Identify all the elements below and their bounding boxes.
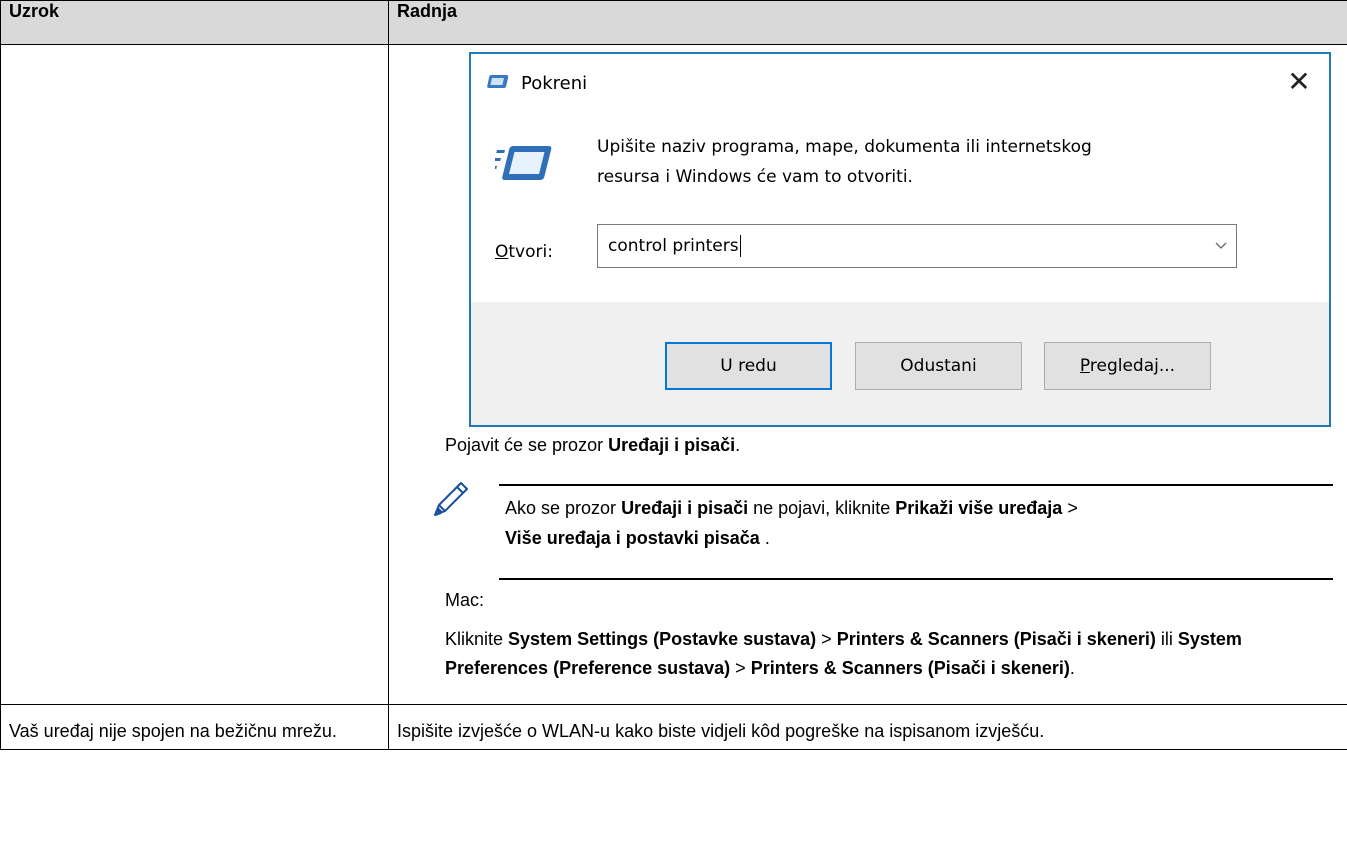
mac-label: Mac: xyxy=(445,590,485,610)
dialog-description-line2: resursa i Windows će vam to otvoriti. xyxy=(597,167,913,187)
text-caret xyxy=(739,235,741,257)
cause-action-table: Uzrok Radnja Pokreni ✕ Upišite naziv pro… xyxy=(0,0,1347,750)
cause-cell: Vaš uređaj nije spojen na bežičnu mrežu. xyxy=(0,704,389,750)
note-divider-top xyxy=(499,484,1333,486)
window-appears-text: Pojavit će se prozor Uređaji i pisači. xyxy=(445,431,1347,459)
dialog-footer: U redu Odustani Pregledaj... xyxy=(471,302,1329,425)
action-cell: Pokreni ✕ Upišite naziv programa, mape, … xyxy=(388,44,1347,705)
table-header-row: Uzrok Radnja xyxy=(0,0,1347,45)
browse-button[interactable]: Pregledaj... xyxy=(1044,342,1211,390)
open-command-input[interactable]: control printers xyxy=(597,224,1237,268)
open-label-rest: tvori: xyxy=(508,242,553,262)
note-gt: > xyxy=(1062,498,1078,518)
appears-prefix: Pojavit će se prozor xyxy=(445,435,609,455)
dialog-titlebar: Pokreni ✕ xyxy=(471,54,1329,114)
mac-bold-printers1: Printers & Scanners (Pisači i skeneri) xyxy=(836,629,1156,649)
header-cause: Uzrok xyxy=(0,0,389,45)
appears-suffix: . xyxy=(735,435,741,455)
open-command-value: control printers xyxy=(608,236,739,256)
ok-button[interactable]: U redu xyxy=(665,342,832,390)
open-label: Otvori: xyxy=(495,238,553,266)
table-row: Vaš uređaj nije spojen na bežičnu mrežu.… xyxy=(0,704,1347,750)
mac-or: ili xyxy=(1155,629,1178,649)
note-bold-devices: Uređaji i pisači xyxy=(621,498,749,518)
note-prefix: Ako se prozor xyxy=(505,498,622,518)
browse-label-rest: regledaj... xyxy=(1089,356,1176,376)
dialog-title: Pokreni xyxy=(521,73,588,94)
note-bold-show-more: Prikaži više uređaja xyxy=(895,498,1063,518)
note-text: Ako se prozor Uređaji i pisači ne pojavi… xyxy=(505,493,1305,553)
run-dialog-screenshot: Pokreni ✕ Upišite naziv programa, mape, … xyxy=(469,52,1331,427)
dialog-description-line1: Upišite naziv programa, mape, dokumenta … xyxy=(597,137,1092,157)
cause-cell-empty xyxy=(0,44,389,705)
note-divider-bottom xyxy=(499,578,1333,580)
mac-bold-system-settings: System Settings (Postavke sustava) xyxy=(508,629,817,649)
table-row: Pokreni ✕ Upišite naziv programa, mape, … xyxy=(0,44,1347,705)
note-suffix: . xyxy=(759,528,770,548)
mac-prefix: Kliknite xyxy=(445,629,509,649)
chevron-down-icon[interactable] xyxy=(1214,225,1228,267)
run-app-icon-large xyxy=(488,142,559,195)
note-box: Ako se prozor Uređaji i pisači ne pojavi… xyxy=(427,469,1333,582)
appears-bold: Uređaji i pisači xyxy=(608,435,736,455)
dialog-description: Upišite naziv programa, mape, dokumenta … xyxy=(597,132,1297,192)
run-app-icon xyxy=(487,72,511,100)
mac-instructions: Kliknite System Settings (Postavke susta… xyxy=(445,625,1341,683)
mac-gt2: > xyxy=(730,658,751,678)
pencil-note-icon xyxy=(427,479,471,531)
open-label-accel: O xyxy=(495,242,509,262)
cancel-button[interactable]: Odustani xyxy=(855,342,1022,390)
action-cell-wlan: Ispišite izvješće o WLAN-u kako biste vi… xyxy=(388,704,1347,750)
note-mid: ne pojavi, kliknite xyxy=(748,498,896,518)
close-icon[interactable]: ✕ xyxy=(1281,64,1317,100)
mac-suffix: . xyxy=(1069,658,1075,678)
note-bold-more-settings: Više uređaja i postavki pisača xyxy=(505,528,760,548)
mac-gt1: > xyxy=(816,629,837,649)
mac-bold-printers2: Printers & Scanners (Pisači i skeneri) xyxy=(750,658,1070,678)
header-action: Radnja xyxy=(388,0,1347,45)
browse-accel: P xyxy=(1079,356,1090,376)
